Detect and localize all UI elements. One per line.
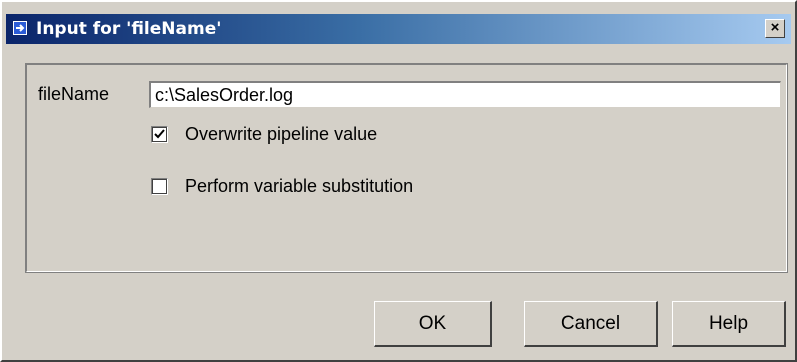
field-label: fileName [38, 84, 110, 104]
arrow-right-icon [12, 20, 28, 36]
overwrite-checkbox[interactable] [151, 126, 168, 143]
substitution-checkbox[interactable] [151, 178, 168, 195]
close-icon: × [770, 19, 780, 36]
close-button[interactable]: × [765, 19, 785, 38]
substitution-label[interactable]: Perform variable substitution [185, 176, 413, 197]
overwrite-label[interactable]: Overwrite pipeline value [185, 124, 377, 145]
title-bar[interactable]: Input for 'fileName' × [6, 14, 791, 44]
input-dialog: Input for 'fileName' × fileName c:\Sales… [0, 0, 797, 362]
help-button[interactable]: Help [672, 301, 786, 347]
ok-button[interactable]: OK [374, 301, 492, 347]
window-title: Input for 'fileName' [36, 19, 222, 39]
checkmark-icon [154, 129, 165, 139]
cancel-button[interactable]: Cancel [524, 301, 658, 347]
filename-input[interactable]: c:\SalesOrder.log [149, 81, 781, 108]
